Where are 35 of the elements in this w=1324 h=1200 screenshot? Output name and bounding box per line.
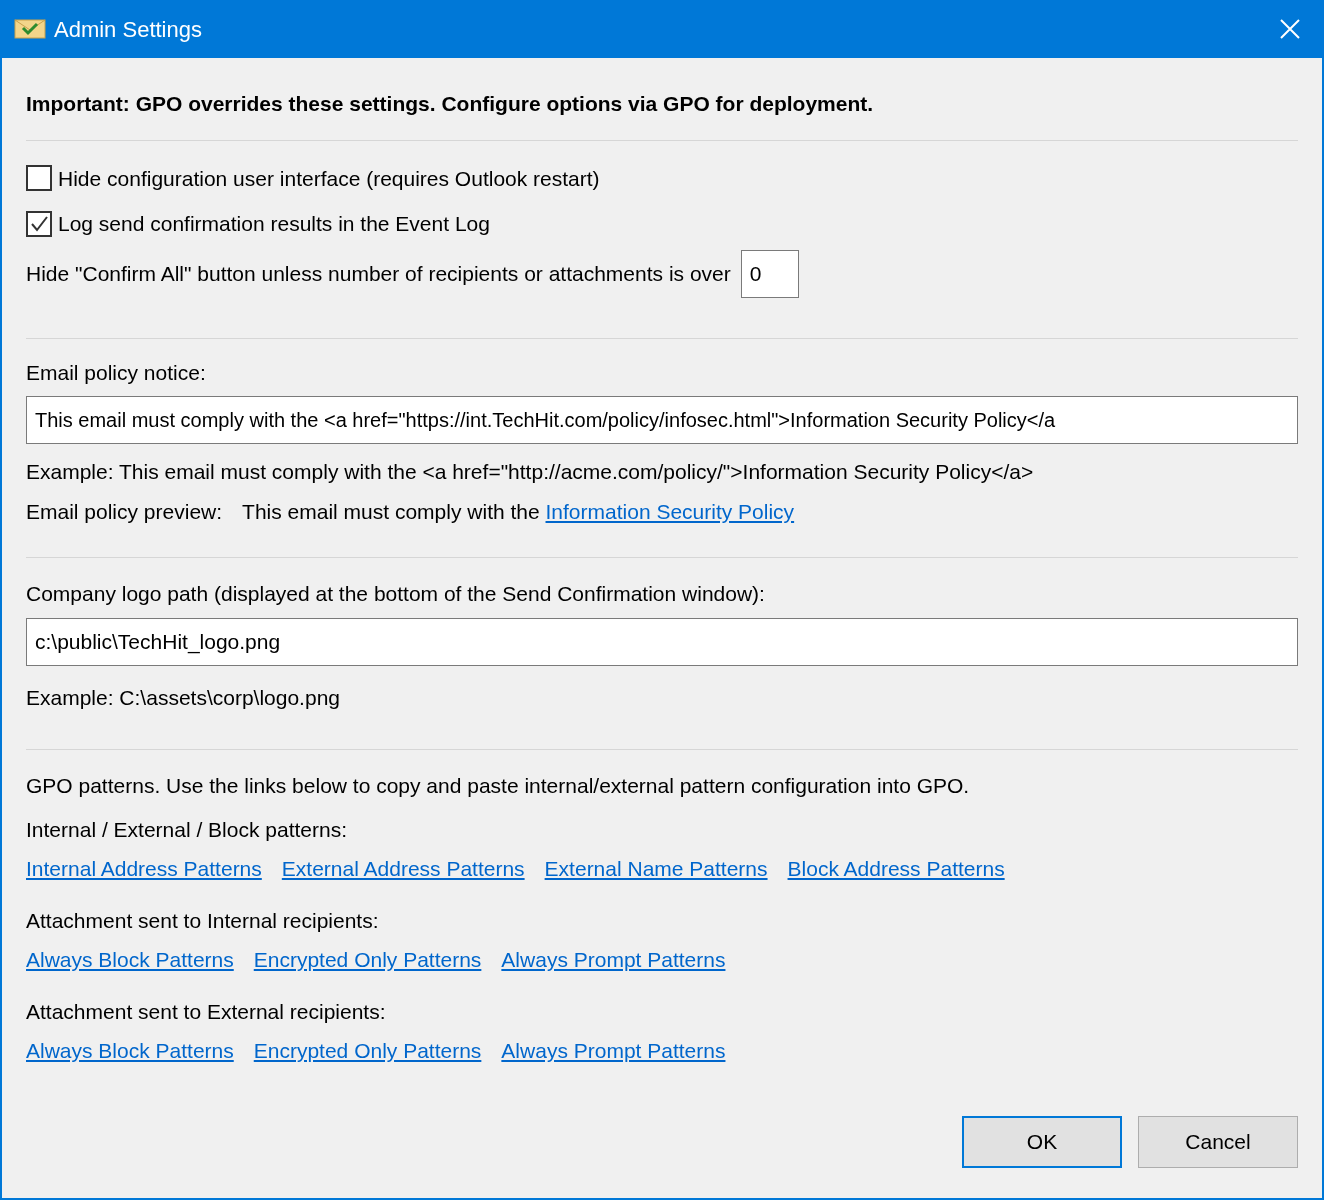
- example-text: Example: C:\assets\corp\logo.png: [26, 684, 341, 711]
- close-icon: [1280, 19, 1300, 39]
- window-title: Admin Settings: [54, 15, 202, 44]
- preview-text: This email must comply with the Information Security Policy: [242, 498, 795, 525]
- envelope-check-icon: [14, 19, 46, 39]
- policy-field[interactable]: This email must comply with the <a href="https://int.TechHit.com/policy/infosec.html">Information Security Policy</a: [26, 396, 1298, 444]
- group-label: Attachment sent to External recipients:: [26, 998, 387, 1025]
- policy-label: Email policy notice:: [26, 359, 207, 386]
- important-notice: Important: GPO overrides these settings. Configure options via GPO for deployment.: [26, 91, 875, 117]
- gpo-intro: GPO patterns. Use the links below to copy and paste internal/external pattern configuration into GPO.: [26, 773, 971, 799]
- pattern-link[interactable]: Always Block Patterns: [26, 944, 234, 976]
- pattern-link[interactable]: Always Prompt Patterns: [501, 1035, 726, 1067]
- group-label: Internal / External / Block patterns:: [26, 816, 348, 843]
- preview-label: Email policy preview:: [26, 498, 223, 525]
- group-label: Attachment sent to Internal recipients:: [26, 907, 380, 934]
- pattern-link[interactable]: External Address Patterns: [281, 853, 525, 885]
- pattern-link[interactable]: Always Prompt Patterns: [501, 944, 726, 976]
- logo-path-field[interactable]: c:\public\TechHit_logo.png: [26, 617, 1298, 666]
- pattern-link[interactable]: Encrypted Only Patterns: [253, 1035, 482, 1067]
- pattern-link[interactable]: Always Block Patterns: [26, 1035, 234, 1067]
- checkbox-label: Log send confirmation results in the Event Log: [58, 211, 490, 237]
- pattern-link[interactable]: Internal Address Patterns: [26, 853, 262, 885]
- pattern-link[interactable]: Block Address Patterns: [787, 853, 1005, 885]
- number-field[interactable]: 0: [740, 249, 799, 298]
- pattern-link[interactable]: Encrypted Only Patterns: [253, 944, 482, 976]
- pattern-link[interactable]: External Name Patterns: [544, 853, 768, 885]
- logo-path-label: Company logo path (displayed at the bottom of the Send Confirmation window):: [26, 581, 766, 607]
- example-text: Example: This email must comply with the <a href="http://acme.com/policy/">Information Security Policy</a>: [26, 459, 1035, 485]
- checkbox[interactable]: [26, 210, 52, 237]
- cancel-button[interactable]: Cancel: [1138, 1116, 1298, 1168]
- confirm-all-label: Hide "Confirm All" button unless number of recipients or attachments is over: [26, 260, 731, 287]
- checkbox-label: Hide configuration user interface (requires Outlook restart): [58, 165, 600, 192]
- policy-link[interactable]: Information Security Policy: [545, 499, 795, 523]
- ok-button[interactable]: OK: [962, 1116, 1122, 1168]
- checkbox[interactable]: [26, 165, 52, 192]
